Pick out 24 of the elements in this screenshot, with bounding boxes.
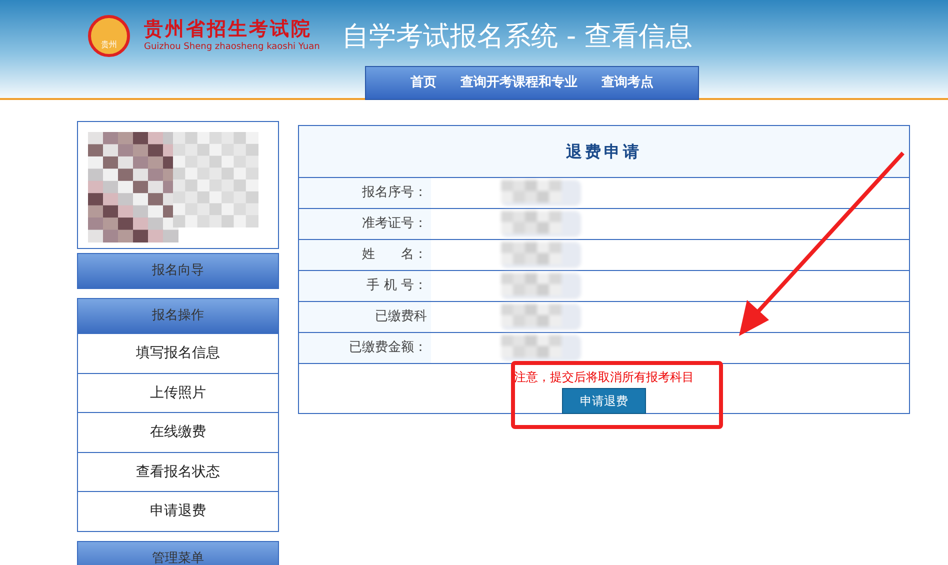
field-label: 准考证号：	[299, 209, 431, 239]
menu-item[interactable]: 查看报名状态	[77, 452, 279, 492]
logo-icon: 贵州	[88, 15, 130, 57]
logo-name: 贵州省招生考试院	[144, 20, 313, 39]
field-label: 已缴费金额：	[299, 333, 431, 363]
menu-item[interactable]: 上传照片	[77, 374, 279, 413]
field-label: 报名序号：	[299, 178, 431, 208]
panel-header: 报名操作	[77, 298, 279, 334]
nav-link[interactable]: 首页	[410, 73, 436, 93]
field-label: 已缴费科	[299, 302, 431, 332]
menu-item[interactable]: 填写报名信息	[77, 334, 279, 374]
logo-subtitle: Guizhou Sheng zhaosheng kaoshi Yuan	[144, 43, 320, 52]
panel-header: 管理菜单	[77, 540, 279, 565]
page-title: 自学考试报名系统 - 查看信息	[342, 22, 693, 50]
form-title: 退费申请	[299, 126, 909, 178]
notice-text: 注意，提交后将取消所有报考科目	[514, 369, 694, 386]
field-label: 姓 名：	[299, 240, 431, 270]
field-label: 手 机 号：	[299, 271, 431, 301]
nav-link[interactable]: 查询考点	[602, 73, 654, 93]
menu-item[interactable]: 申请退费	[77, 492, 279, 532]
nav-link[interactable]: 查询开考课程和专业	[460, 73, 578, 93]
menu-item[interactable]: 在线缴费	[77, 413, 279, 452]
submit-button[interactable]: 申请退费	[562, 388, 646, 414]
guide-button[interactable]: 报名向导	[77, 253, 279, 289]
